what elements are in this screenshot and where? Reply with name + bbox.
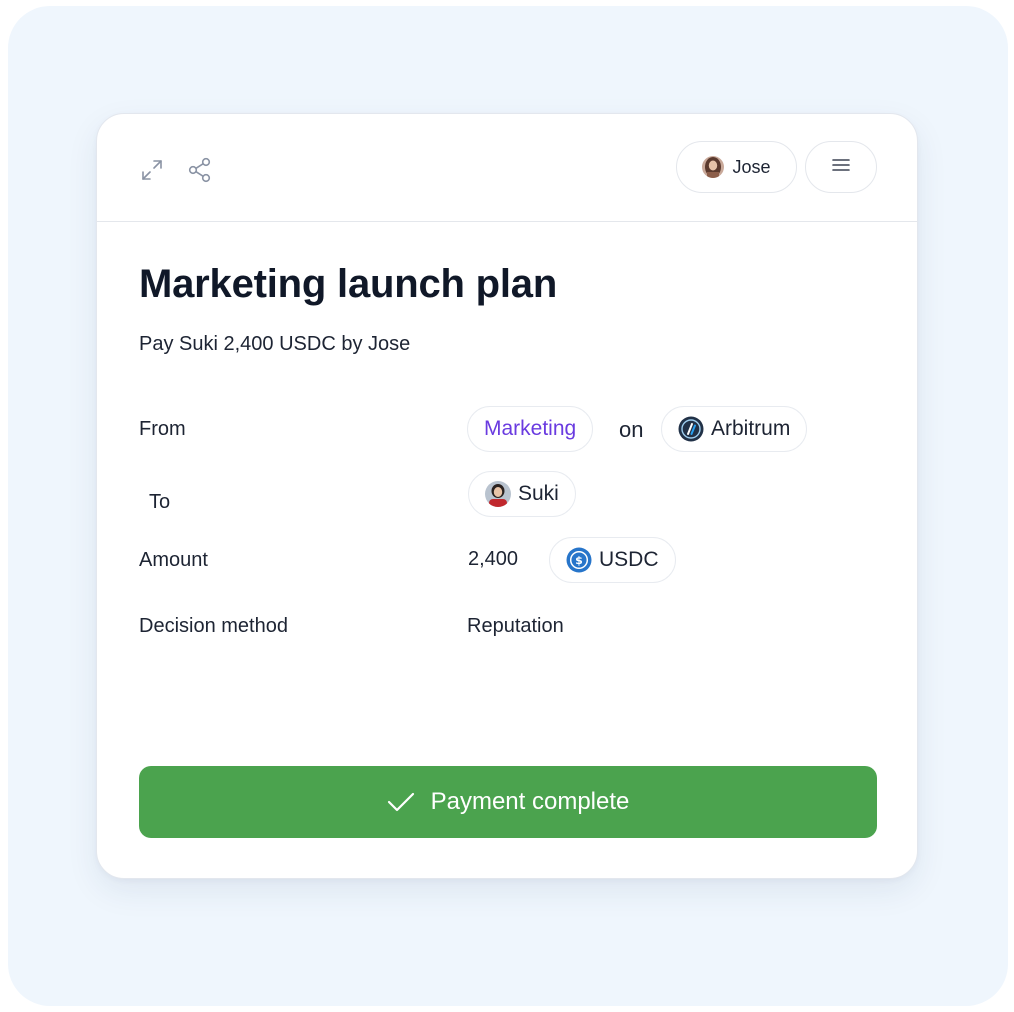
action-summary: Pay Suki 2,400 USDC by Jose (139, 333, 411, 355)
action-title: Marketing launch plan (139, 262, 558, 306)
decision-method-value: Reputation (467, 615, 564, 637)
svg-text:$: $ (575, 554, 583, 567)
decision-method-label: Decision method (139, 615, 288, 637)
card-header: Jose (97, 114, 917, 222)
check-icon (387, 791, 415, 813)
payment-card: Jose Marketing launch plan Pay Suki 2,40… (96, 113, 918, 879)
user-name: Jose (732, 156, 771, 177)
menu-button[interactable] (805, 141, 877, 193)
payment-status-button[interactable]: Payment complete (139, 766, 877, 838)
team-name: Marketing (484, 417, 577, 440)
expand-icon[interactable] (137, 155, 167, 185)
to-label: To (149, 491, 171, 513)
recipient-chip[interactable]: Suki (468, 471, 576, 517)
hamburger-icon (832, 158, 850, 177)
jose-avatar (702, 156, 725, 178)
amount-value: 2,400 (468, 548, 519, 570)
arbitrum-icon (678, 416, 704, 442)
team-chip[interactable]: Marketing (467, 406, 594, 452)
network-name: Arbitrum (711, 417, 791, 440)
recipient-name: Suki (518, 482, 559, 505)
network-chip[interactable]: Arbitrum (661, 406, 808, 452)
user-button[interactable]: Jose (676, 141, 797, 193)
token-chip[interactable]: $ USDC (549, 537, 676, 583)
payment-status-label: Payment complete (430, 788, 630, 815)
token-name: USDC (599, 548, 659, 571)
network-connector: on (619, 417, 644, 442)
suki-avatar (485, 481, 511, 507)
amount-label: Amount (139, 549, 208, 571)
from-label: From (139, 418, 186, 440)
usdc-icon: $ (566, 547, 592, 573)
share-icon[interactable] (185, 155, 215, 185)
